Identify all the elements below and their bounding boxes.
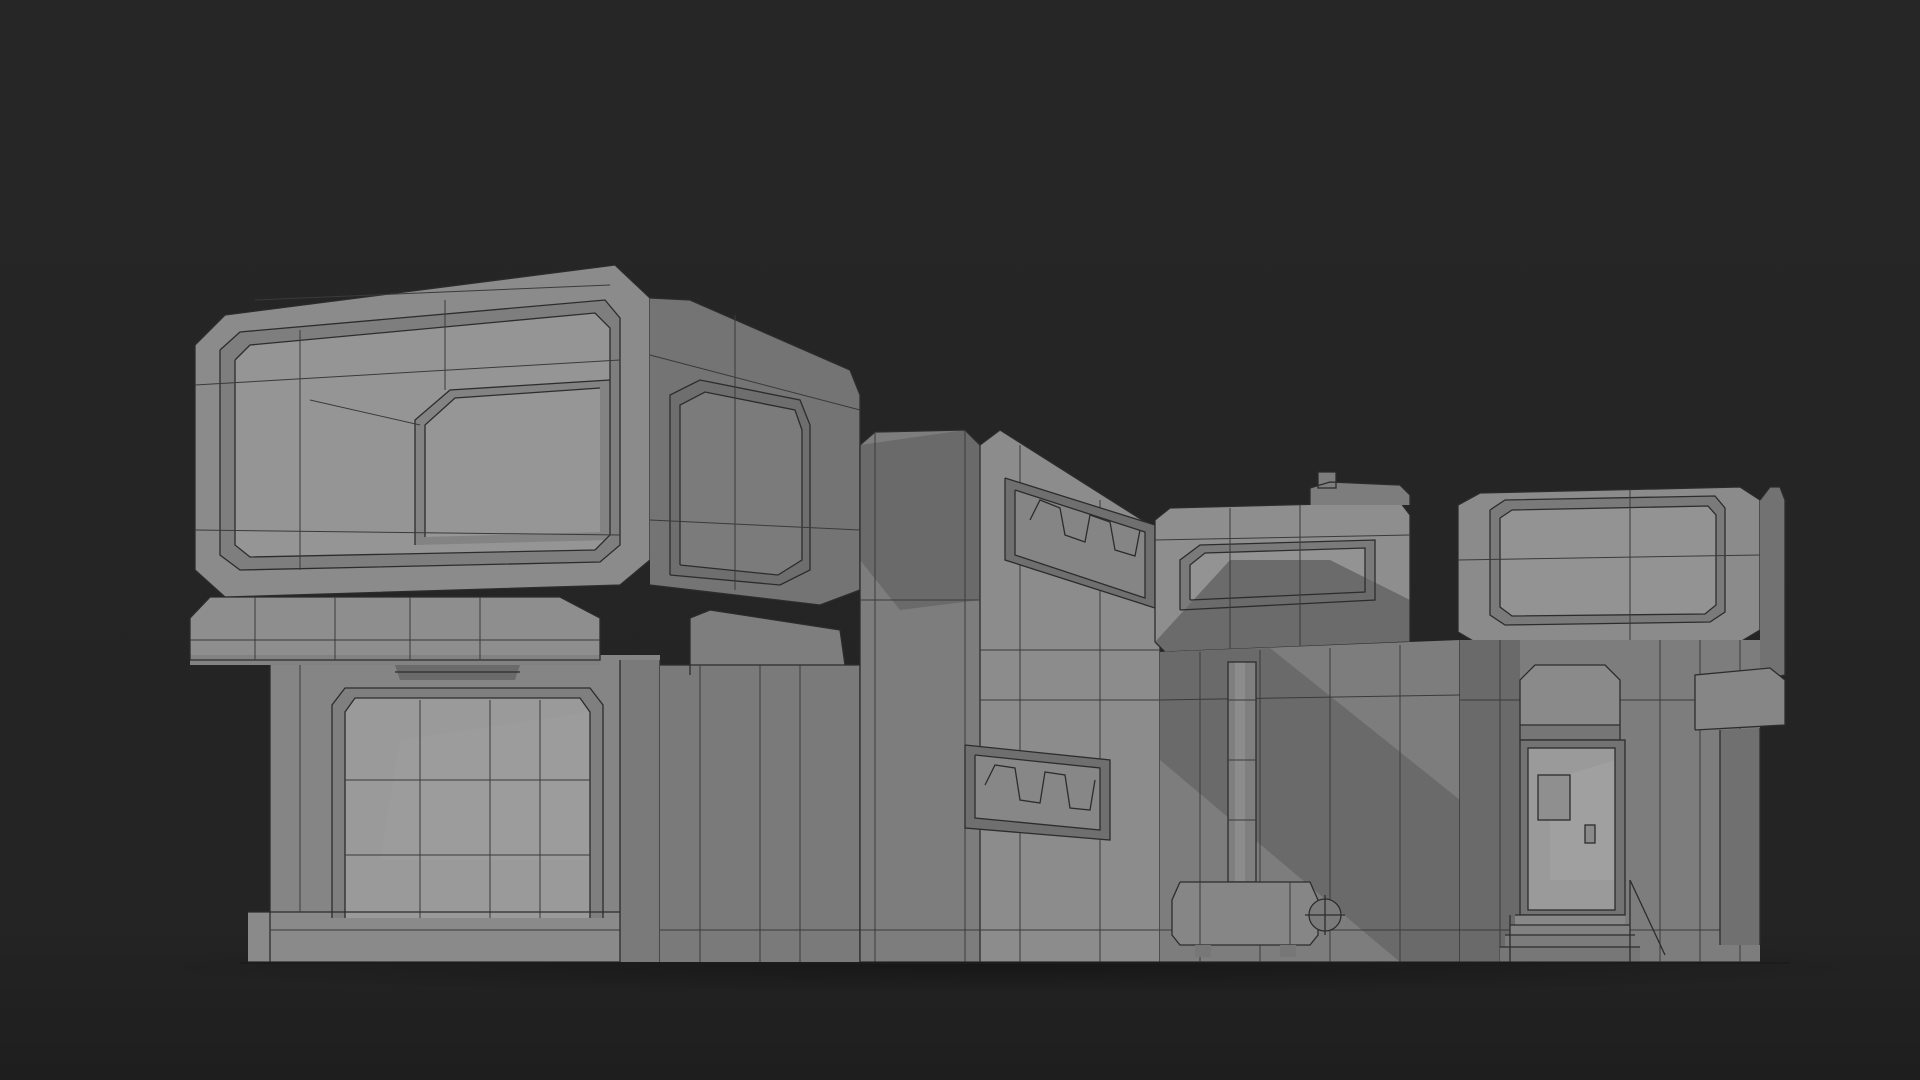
door-hood [1519,664,1621,741]
connector-slab [1154,501,1411,653]
door-frame [1519,739,1626,916]
middle-strut [660,609,861,962]
vent-panel-lower [964,744,1111,841]
left-ground-block [248,655,661,963]
door-window [1537,774,1571,821]
door-keypad [1584,824,1596,844]
upper-left-box [194,264,651,598]
render-viewport [0,0,1920,1080]
building-render [0,0,1920,1080]
